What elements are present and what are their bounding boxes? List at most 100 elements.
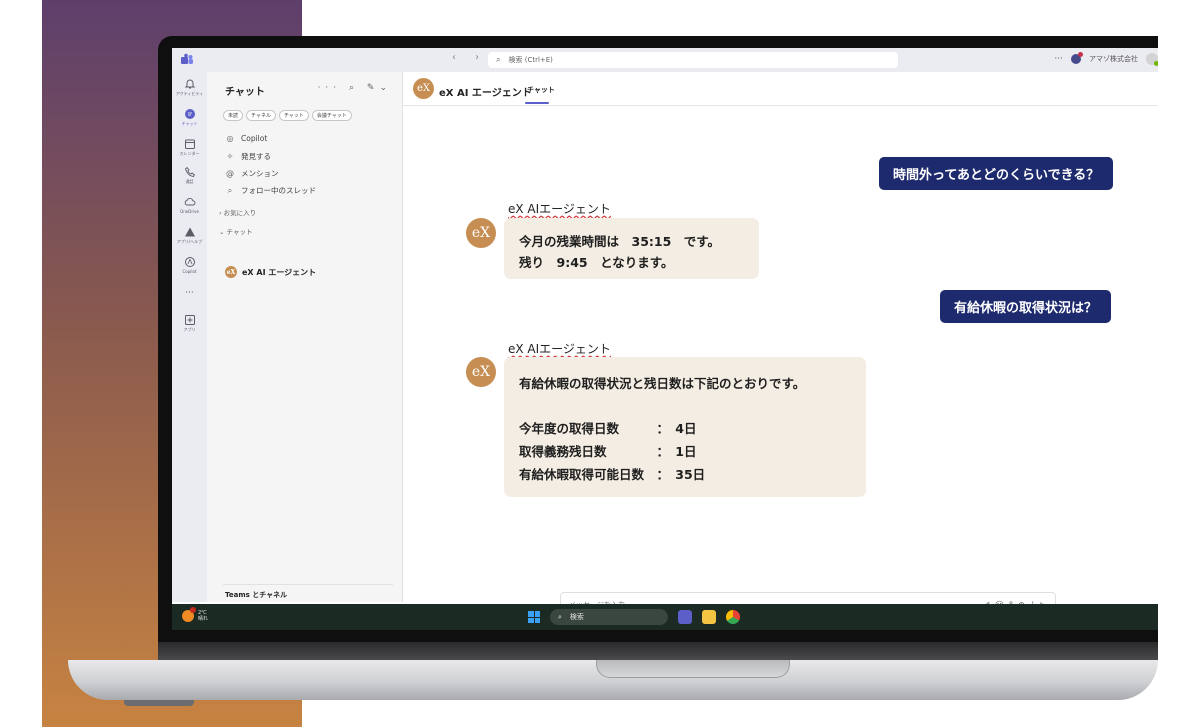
thread-icon: ⌕	[227, 185, 233, 195]
rail-label: 通話	[185, 179, 194, 184]
marketing-stage: ‹ › ⌕ 検索 (Ctrl+E) ··· アマゾ株式会社 アクティビティ チャ…	[0, 0, 1200, 727]
weather-widget[interactable]: 2℃ 晴れ	[182, 607, 208, 622]
laptop-hinge	[158, 642, 1158, 660]
rail-label: Copilot	[182, 269, 197, 274]
message-line: 今月の残業時間は 35:15 です。	[519, 234, 721, 249]
weather-text: 2℃ 晴れ	[198, 610, 208, 622]
teams-logo-icon	[181, 53, 193, 64]
list-item-followed-threads[interactable]: ⌕ フォロー中のスレッド	[225, 185, 316, 196]
rail-item-help[interactable]: アプリ/ヘルプ	[172, 226, 207, 245]
rail-label: カレンダー	[179, 151, 200, 156]
nav-arrows[interactable]: ‹ ›	[452, 52, 487, 63]
laptop-screen: ‹ › ⌕ 検索 (Ctrl+E) ··· アマゾ株式会社 アクティビティ チャ…	[172, 48, 1158, 630]
triangle-icon	[184, 227, 195, 237]
calendar-icon	[184, 139, 195, 149]
file-explorer-icon[interactable]	[702, 610, 716, 624]
chat-list-title: チャット	[225, 87, 265, 98]
notification-badge	[190, 607, 196, 613]
search-icon: ⌕	[496, 55, 501, 64]
cloud-icon	[184, 197, 195, 206]
list-item-label: 発見する	[241, 152, 271, 161]
laptop-foot	[124, 700, 194, 706]
user-avatar[interactable]	[1146, 53, 1158, 66]
taskbar-search[interactable]: ⌕ 検索	[550, 609, 668, 625]
conversation-header: eX eX AI エージェント チャット	[403, 72, 1158, 106]
conversation-title: eX AI エージェント	[439, 88, 532, 99]
teams-channels-link[interactable]: Teams とチャネル	[225, 590, 287, 600]
tab-active-indicator	[525, 102, 549, 104]
chat-filters: 未読 チャネル チャット 会議チャット	[223, 110, 352, 121]
rail-item-calls[interactable]: 通話	[172, 166, 207, 185]
rail-item-activity[interactable]: アクティビティ	[172, 78, 207, 97]
chat-icon	[184, 109, 195, 119]
conversation-pane: eX eX AI エージェント チャット 時間外ってあとどのくらいできる？ eX…	[403, 72, 1158, 616]
org-name: アマゾ株式会社	[1089, 55, 1138, 63]
rail-label: チャット	[181, 121, 198, 126]
search-placeholder: 検索 (Ctrl+E)	[508, 56, 553, 64]
user-message: 有給休暇の取得状況は？	[940, 290, 1112, 323]
bell-icon	[184, 79, 195, 89]
rail-item-onedrive[interactable]: OneDrive	[172, 196, 207, 214]
windows-taskbar: 2℃ 晴れ ⌕ 検索	[172, 604, 1158, 630]
mention-icon: @	[226, 169, 234, 178]
divider	[223, 584, 393, 585]
list-item-mentions[interactable]: @ メンション	[225, 168, 279, 179]
presence-status-icon	[1154, 61, 1158, 66]
message-line: 有給休暇取得可能日数 ： 35日	[519, 467, 706, 482]
message-line: 残り 9:45 となります。	[519, 255, 674, 270]
weather-condition: 晴れ	[198, 616, 209, 622]
message-line: 取得義務残日数 ： 1日	[519, 444, 697, 459]
filter-unread[interactable]: 未読	[223, 110, 244, 121]
people-icon[interactable]	[1071, 52, 1083, 64]
chat-item-label: eX AI エージェント	[242, 267, 317, 277]
rail-label: アプリ/ヘルプ	[176, 239, 203, 244]
chat-list-pane: チャット ··· ⌕ ✎⌄ 未読 チャネル チャット 会議チャット ◎ Copi…	[207, 72, 403, 602]
notification-dot	[1078, 52, 1083, 57]
phone-icon	[184, 166, 195, 177]
chrome-icon[interactable]	[726, 610, 740, 624]
search-icon: ⌕	[558, 612, 562, 621]
ex-agent-avatar: eX	[466, 218, 496, 248]
message-line: 今年度の取得日数 ： 4日	[519, 421, 697, 436]
teams-taskbar-icon[interactable]	[678, 610, 692, 624]
rail-item-copilot[interactable]: Copilot	[172, 256, 207, 274]
list-item-discover[interactable]: ✧ 発見する	[225, 151, 271, 162]
list-item-label: メンション	[241, 169, 279, 178]
discover-icon: ✧	[226, 152, 234, 161]
chat-item-ex-agent[interactable]: eX eX AI エージェント	[225, 266, 316, 278]
ex-logo-icon: eX	[225, 266, 237, 278]
list-item-label: フォロー中のスレッド	[241, 186, 316, 195]
rail-item-more[interactable]: ···	[172, 288, 207, 298]
ex-logo-icon: eX	[413, 78, 434, 99]
agent-message: 今月の残業時間は 35:15 です。 残り 9:45 となります。	[504, 218, 759, 279]
titlebar-right: ··· アマゾ株式会社	[1054, 52, 1158, 66]
list-item-copilot[interactable]: ◎ Copilot	[225, 134, 268, 143]
more-icon: ···	[185, 288, 194, 298]
tab-chat[interactable]: チャット	[527, 85, 555, 95]
windows-start-icon[interactable]	[528, 611, 540, 623]
ex-agent-avatar: eX	[466, 357, 496, 387]
teams-titlebar: ‹ › ⌕ 検索 (Ctrl+E) ··· アマゾ株式会社	[172, 48, 1158, 72]
copilot-icon: ◎	[226, 134, 234, 143]
laptop-notch	[596, 660, 790, 678]
global-search-input[interactable]: ⌕ 検索 (Ctrl+E)	[488, 52, 898, 68]
app-rail: アクティビティ チャット カレンダー 通話 OneDrive アプリ/ヘルプ C…	[172, 72, 207, 602]
filter-meeting-chats[interactable]: 会議チャット	[311, 110, 352, 121]
more-options-button[interactable]: ···	[1054, 54, 1063, 64]
filter-chats[interactable]: チャット	[278, 110, 309, 121]
rail-label: OneDrive	[180, 209, 199, 214]
favorites-section-toggle[interactable]: › お気に入り	[219, 207, 256, 217]
apps-icon	[184, 315, 195, 325]
chat-list-actions[interactable]: ··· ⌕ ✎⌄	[318, 83, 392, 93]
user-message: 時間外ってあとどのくらいできる？	[879, 157, 1114, 190]
taskbar-search-label: 検索	[569, 613, 584, 621]
chats-section-toggle[interactable]: ⌄ チャット	[219, 226, 252, 236]
rail-label: アクティビティ	[175, 91, 204, 96]
list-item-label: Copilot	[241, 134, 268, 143]
rail-item-calendar[interactable]: カレンダー	[172, 138, 207, 157]
rail-item-chat[interactable]: チャット	[172, 108, 207, 127]
agent-message: 有給休暇の取得状況と残日数は下記のとおりです。 今年度の取得日数 ： 4日 取得…	[504, 357, 866, 497]
agent-name: eX AIエージェント	[508, 342, 611, 356]
filter-channels[interactable]: チャネル	[246, 110, 276, 121]
rail-item-apps[interactable]: アプリ	[172, 314, 207, 333]
